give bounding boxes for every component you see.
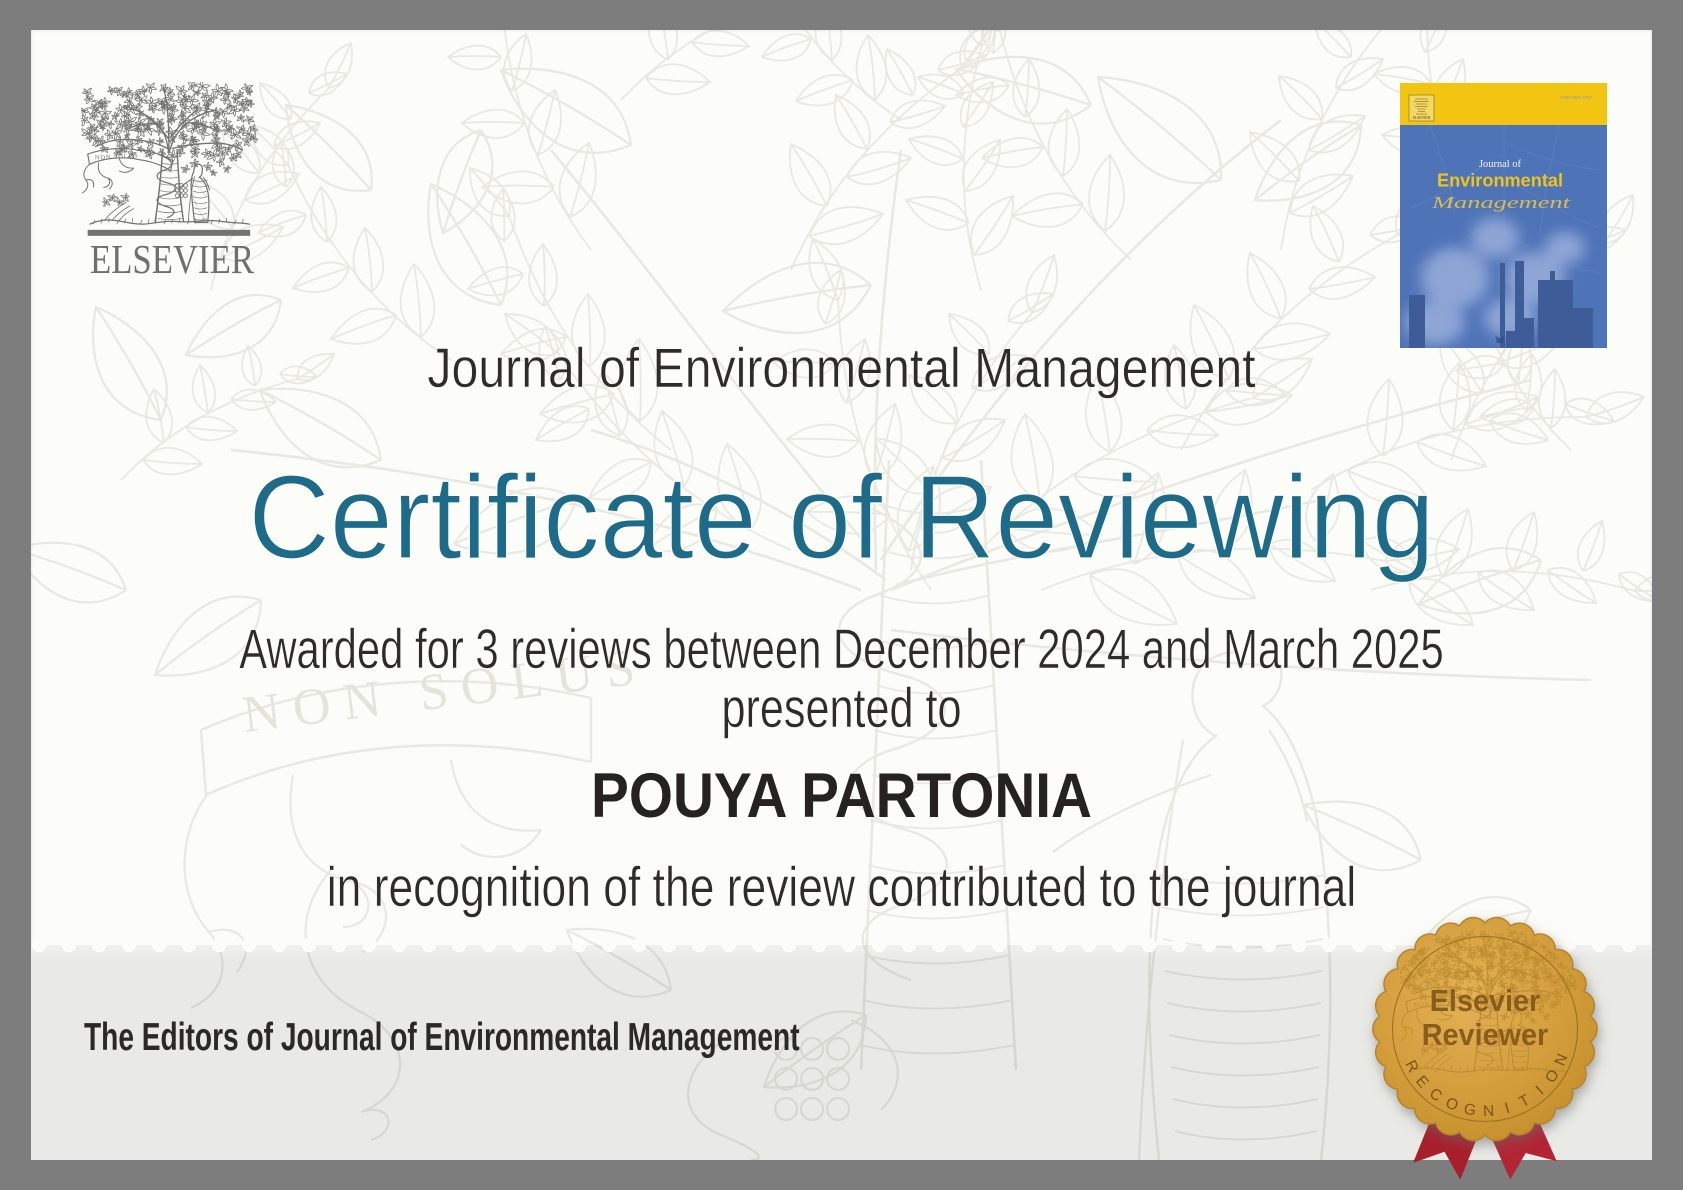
svg-text:N: N	[1483, 1103, 1495, 1120]
svg-text:Environmental: Environmental	[1437, 171, 1563, 191]
svg-text:Reviewer: Reviewer	[1422, 1018, 1549, 1052]
svg-text:Management: Management	[1430, 193, 1572, 212]
svg-text:Elsevier: Elsevier	[1430, 984, 1541, 1018]
svg-text:ELSEVIER: ELSEVIER	[90, 236, 255, 282]
svg-text:ELSEVIER: ELSEVIER	[1413, 116, 1431, 120]
svg-text:ISSN 0301-4797: ISSN 0301-4797	[1560, 95, 1592, 100]
svg-text:Journal of: Journal of	[1479, 158, 1521, 170]
